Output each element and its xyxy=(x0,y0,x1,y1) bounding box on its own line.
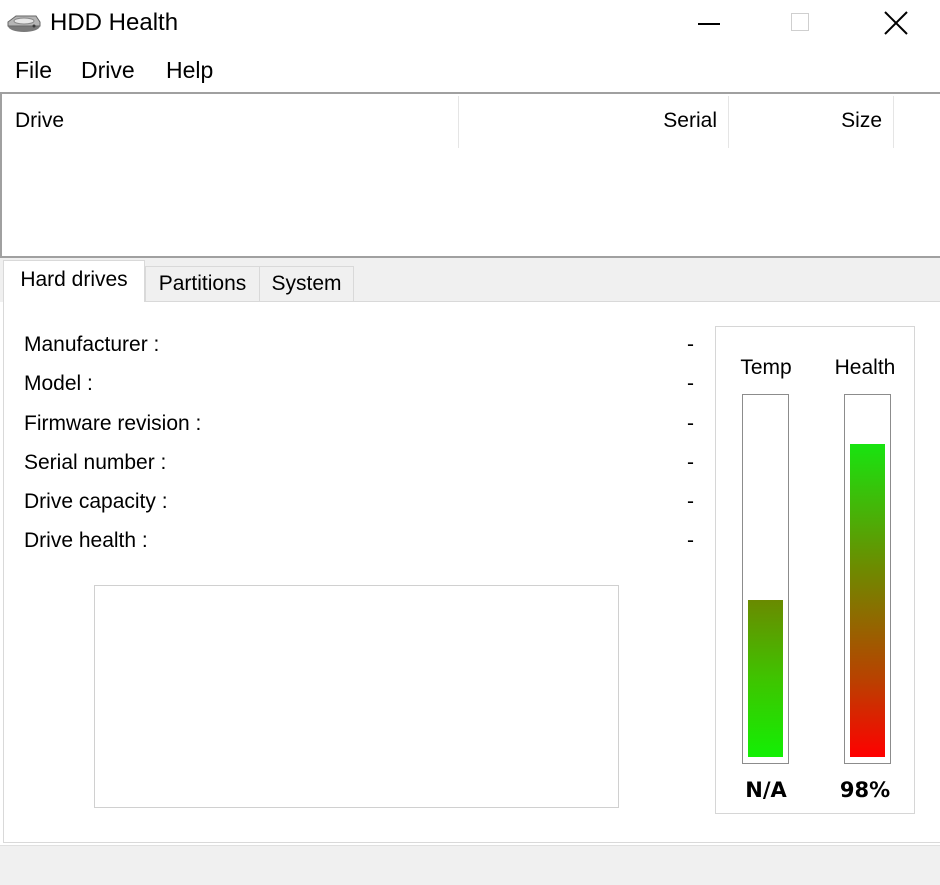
drive-preview-box xyxy=(94,585,619,808)
hard-drives-panel: Manufacturer : - Model : - Firmware revi… xyxy=(3,301,940,843)
status-bar xyxy=(0,845,940,885)
info-row-capacity: Drive capacity : - xyxy=(24,487,694,517)
column-divider[interactable] xyxy=(893,96,894,148)
manufacturer-value: - xyxy=(687,333,694,356)
info-row-manufacturer: Manufacturer : - xyxy=(24,330,694,360)
menu-drive[interactable]: Drive xyxy=(81,56,135,84)
temp-gauge xyxy=(742,394,789,764)
health-gauge-label: Health xyxy=(834,356,896,379)
drive-list[interactable]: Drive Serial Size xyxy=(0,92,940,258)
column-header-drive[interactable]: Drive xyxy=(15,108,64,134)
maximize-button[interactable] xyxy=(754,0,848,46)
capacity-label: Drive capacity : xyxy=(24,490,168,513)
firmware-value: - xyxy=(687,412,694,435)
capacity-value: - xyxy=(687,490,694,513)
column-header-serial[interactable]: Serial xyxy=(462,108,717,134)
menu-bar: File Drive Help xyxy=(0,52,940,88)
tab-partitions[interactable]: Partitions xyxy=(145,266,260,302)
tab-hard-drives[interactable]: Hard drives xyxy=(3,260,145,302)
menu-file[interactable]: File xyxy=(15,56,52,84)
column-divider[interactable] xyxy=(458,96,459,148)
tab-system[interactable]: System xyxy=(259,266,354,302)
health-value: - xyxy=(687,529,694,552)
info-row-model: Model : - xyxy=(24,369,694,399)
info-row-serial: Serial number : - xyxy=(24,448,694,478)
gauge-box: Temp Health N/A 98% xyxy=(715,326,915,814)
health-gauge-value: 98% xyxy=(839,778,891,802)
temp-gauge-value: N/A xyxy=(745,778,787,802)
temp-gauge-label: Temp xyxy=(740,356,792,379)
minimize-icon xyxy=(698,23,720,25)
info-row-health: Drive health : - xyxy=(24,526,694,556)
health-label: Drive health : xyxy=(24,529,148,552)
menu-help[interactable]: Help xyxy=(166,56,213,84)
hard-drive-icon xyxy=(6,12,42,34)
temp-gauge-fill xyxy=(748,600,783,757)
close-button[interactable] xyxy=(848,0,940,46)
health-gauge-fill xyxy=(850,444,885,757)
serial-value: - xyxy=(687,451,694,474)
serial-label: Serial number : xyxy=(24,451,167,474)
close-icon xyxy=(884,11,908,35)
manufacturer-label: Manufacturer : xyxy=(24,333,160,356)
window-title: HDD Health xyxy=(50,9,179,36)
maximize-icon xyxy=(791,13,809,31)
health-gauge xyxy=(844,394,891,764)
info-row-firmware: Firmware revision : - xyxy=(24,409,694,439)
tab-strip: Hard drives Partitions System xyxy=(0,258,940,302)
minimize-button[interactable] xyxy=(662,0,756,46)
model-label: Model : xyxy=(24,372,93,395)
column-header-size[interactable]: Size xyxy=(732,108,882,134)
title-bar: HDD Health xyxy=(0,0,940,46)
model-value: - xyxy=(687,372,694,395)
firmware-label: Firmware revision : xyxy=(24,412,202,435)
app-window: HDD Health File Drive Help Drive Serial … xyxy=(0,0,940,885)
column-divider[interactable] xyxy=(728,96,729,148)
